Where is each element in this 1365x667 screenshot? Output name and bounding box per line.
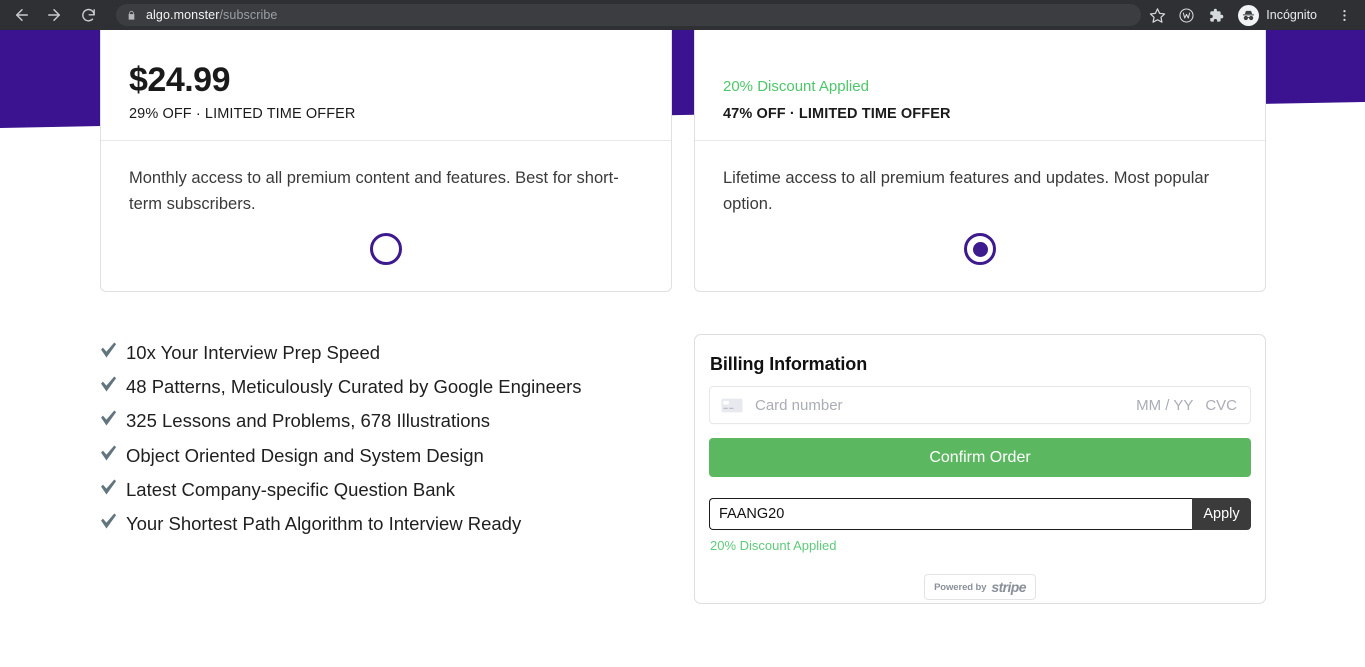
plan-radio-lifetime[interactable] bbox=[964, 233, 996, 265]
forward-arrow-icon[interactable] bbox=[40, 1, 68, 29]
confirm-order-button[interactable]: Confirm Order bbox=[709, 438, 1251, 477]
billing-title: Billing Information bbox=[710, 354, 868, 374]
feature-item: 10x Your Interview Prep Speed bbox=[98, 338, 658, 367]
plan-radio-wrap-monthly bbox=[101, 233, 671, 265]
three-dot-menu-icon[interactable] bbox=[1331, 2, 1357, 28]
card-expiry-placeholder: MM / YY bbox=[1136, 396, 1194, 414]
check-mark-icon bbox=[98, 373, 121, 394]
plan-description-lifetime: Lifetime access to all premium features … bbox=[723, 169, 1210, 214]
feature-label: Your Shortest Path Algorithm to Intervie… bbox=[126, 513, 522, 535]
plan-description-monthly: Monthly access to all premium content an… bbox=[129, 169, 619, 214]
incognito-profile-chip[interactable]: Incógnito bbox=[1235, 2, 1328, 28]
feature-item: 48 Patterns, Meticulously Curated by Goo… bbox=[98, 372, 658, 401]
apply-promo-button[interactable]: Apply bbox=[1192, 498, 1251, 530]
plan-offer-monthly: 29% OFF · LIMITED TIME OFFER bbox=[129, 106, 356, 122]
stripe-powered-badge: Powered by stripe bbox=[924, 574, 1036, 600]
plan-discount-note-lifetime: 20% Discount Applied bbox=[723, 77, 869, 95]
w-circle-icon[interactable] bbox=[1173, 2, 1199, 28]
plan-header-monthly: $24.99 29% OFF · LIMITED TIME OFFER bbox=[101, 30, 671, 141]
check-mark-icon bbox=[98, 339, 121, 360]
promo-code-input[interactable] bbox=[709, 498, 1192, 530]
incognito-label: Incógnito bbox=[1266, 8, 1317, 22]
card-number-placeholder: Card number bbox=[755, 396, 843, 414]
back-arrow-icon[interactable] bbox=[8, 1, 36, 29]
credit-card-icon bbox=[721, 398, 743, 412]
feature-label: 10x Your Interview Prep Speed bbox=[126, 342, 381, 363]
check-mark-icon bbox=[98, 442, 121, 463]
toolbar-right-group: Incógnito bbox=[1141, 2, 1365, 28]
puzzle-piece-icon[interactable] bbox=[1202, 2, 1228, 28]
plan-offer-lifetime: 47% OFF · LIMITED TIME OFFER bbox=[723, 106, 951, 122]
feature-label: 325 Lessons and Problems, 678 Illustrati… bbox=[126, 410, 491, 432]
browser-toolbar: algo.monster/subscribe Incógnito bbox=[0, 0, 1365, 30]
plan-radio-wrap-lifetime bbox=[695, 233, 1265, 265]
stripe-powered-label: Powered by bbox=[934, 581, 987, 593]
feature-item: 325 Lessons and Problems, 678 Illustrati… bbox=[98, 406, 658, 435]
url-text: algo.monster/subscribe bbox=[146, 8, 278, 22]
check-mark-icon bbox=[98, 476, 121, 497]
plan-radio-selected-dot bbox=[972, 241, 988, 257]
feature-item: Object Oriented Design and System Design bbox=[98, 441, 658, 470]
billing-information-card: Billing Information Card number MM / YY … bbox=[694, 334, 1266, 604]
plan-card-lifetime[interactable]: 20% Discount Applied 47% OFF · LIMITED T… bbox=[694, 30, 1266, 292]
check-mark-icon bbox=[98, 407, 121, 428]
feature-label: Object Oriented Design and System Design bbox=[126, 444, 484, 466]
plan-body-lifetime: Lifetime access to all premium features … bbox=[695, 141, 1265, 291]
incognito-icon bbox=[1238, 4, 1260, 26]
plan-card-monthly[interactable]: $24.99 29% OFF · LIMITED TIME OFFER Mont… bbox=[100, 30, 672, 292]
feature-label: 48 Patterns, Meticulously Curated by Goo… bbox=[126, 376, 582, 398]
features-list: 10x Your Interview Prep Speed 48 Pattern… bbox=[98, 338, 658, 543]
plan-header-lifetime: 20% Discount Applied 47% OFF · LIMITED T… bbox=[695, 30, 1265, 141]
lock-icon bbox=[128, 10, 135, 20]
plan-price-monthly: $24.99 bbox=[129, 61, 231, 100]
stripe-badge-wrap: Powered by stripe bbox=[709, 574, 1251, 600]
address-bar[interactable]: algo.monster/subscribe bbox=[116, 4, 1142, 26]
promo-status-message: 20% Discount Applied bbox=[710, 538, 837, 553]
promo-code-row: Apply bbox=[709, 498, 1251, 530]
plan-radio-monthly[interactable] bbox=[370, 233, 402, 265]
card-number-input[interactable]: Card number MM / YY CVC bbox=[709, 386, 1251, 424]
plan-body-monthly: Monthly access to all premium content an… bbox=[101, 141, 671, 291]
star-icon[interactable] bbox=[1144, 2, 1170, 28]
card-cvc-placeholder: CVC bbox=[1205, 396, 1237, 414]
feature-item: Your Shortest Path Algorithm to Intervie… bbox=[98, 509, 658, 538]
check-mark-icon bbox=[98, 510, 121, 531]
page-content: $24.99 29% OFF · LIMITED TIME OFFER Mont… bbox=[0, 30, 1365, 667]
feature-label: Latest Company-specific Question Bank bbox=[126, 478, 456, 500]
stripe-wordmark: stripe bbox=[991, 579, 1026, 595]
reload-icon[interactable] bbox=[74, 1, 102, 29]
feature-item: Latest Company-specific Question Bank bbox=[98, 475, 658, 504]
